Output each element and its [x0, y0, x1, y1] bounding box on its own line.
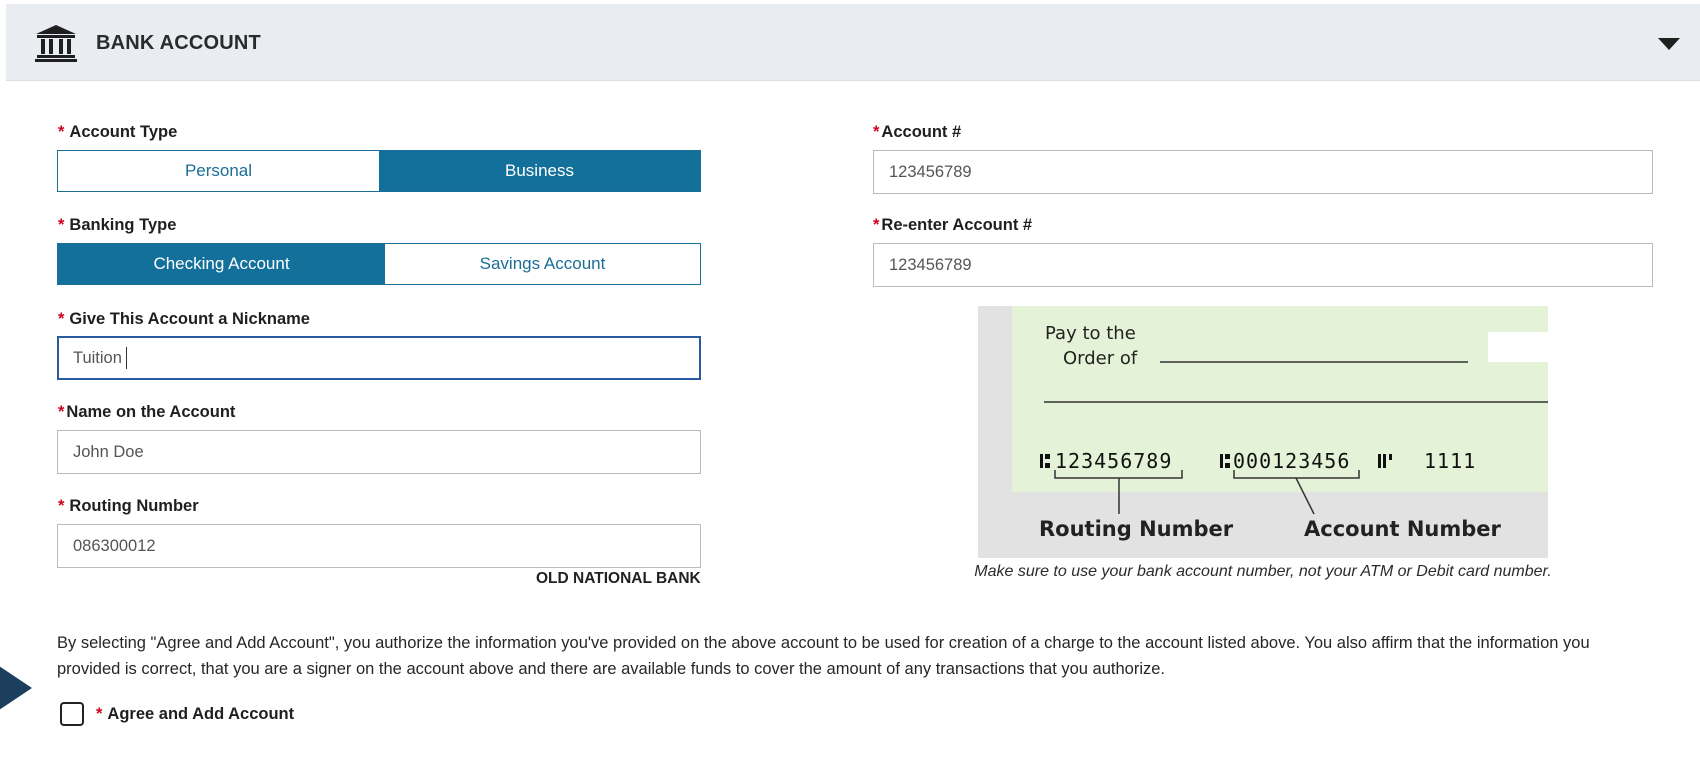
required-marker: * [58, 403, 65, 421]
bank-name: OLD NATIONAL BANK [536, 570, 701, 587]
panel-title: BANK ACCOUNT [96, 32, 261, 54]
required-marker: * [96, 705, 103, 723]
text-cursor [125, 347, 127, 369]
check-routing-caption: Routing Number [1039, 517, 1234, 541]
banking-type-toggle[interactable]: Checking Account Savings Account [57, 243, 701, 285]
account-number-label: * Account # [873, 123, 962, 141]
required-marker: * [873, 123, 880, 141]
account-type-label: * Account Type [58, 123, 178, 141]
banking-type-savings-button[interactable]: Savings Account [385, 244, 700, 284]
check-account-caption: Account Number [1304, 517, 1502, 541]
bank-icon [35, 25, 77, 62]
banking-type-label: * Banking Type [58, 216, 177, 234]
authorization-disclaimer: By selecting "Agree and Add Account", yo… [57, 634, 1590, 678]
nickname-input[interactable]: Tuition [57, 336, 701, 380]
sample-check-image: Pay to the Order of 123456789 000123456 … [978, 306, 1548, 558]
name-on-account-input[interactable]: John Doe [57, 430, 701, 474]
check-micr-account: 000123456 [1233, 449, 1350, 473]
account-type-toggle[interactable]: Personal Business [57, 150, 701, 192]
name-on-account-label: * Name on the Account [58, 403, 236, 421]
required-marker: * [58, 310, 65, 328]
agree-checkbox[interactable] [60, 702, 84, 726]
agree-label[interactable]: * Agree and Add Account [96, 705, 294, 724]
check-micr-check-number: 1111 [1424, 449, 1476, 473]
routing-number-label: * Routing Number [58, 497, 199, 515]
check-pay-to-text: Pay to the [1045, 323, 1136, 344]
routing-number-input[interactable]: 086300012 [57, 524, 701, 568]
account-type-business-button[interactable]: Business [379, 151, 700, 191]
bank-account-panel-header[interactable]: BANK ACCOUNT [6, 4, 1700, 81]
check-order-of-text: Order of [1063, 348, 1138, 369]
reenter-account-number-input[interactable]: 123456789 [873, 243, 1653, 287]
account-number-input[interactable]: 123456789 [873, 150, 1653, 194]
account-type-personal-button[interactable]: Personal [58, 151, 379, 191]
reenter-account-number-label: * Re-enter Account # [873, 216, 1033, 234]
check-micr-routing: 123456789 [1055, 449, 1172, 473]
nickname-label: * Give This Account a Nickname [58, 310, 310, 328]
caret-down-icon[interactable] [1658, 38, 1680, 50]
pointer-arrow-icon [0, 666, 32, 710]
check-note: Make sure to use your bank account numbe… [974, 563, 1552, 580]
required-marker: * [873, 216, 880, 234]
required-marker: * [58, 216, 65, 234]
required-marker: * [58, 497, 65, 515]
nickname-value: Tuition [73, 348, 122, 367]
required-marker: * [58, 123, 65, 141]
banking-type-checking-button[interactable]: Checking Account [58, 244, 385, 284]
